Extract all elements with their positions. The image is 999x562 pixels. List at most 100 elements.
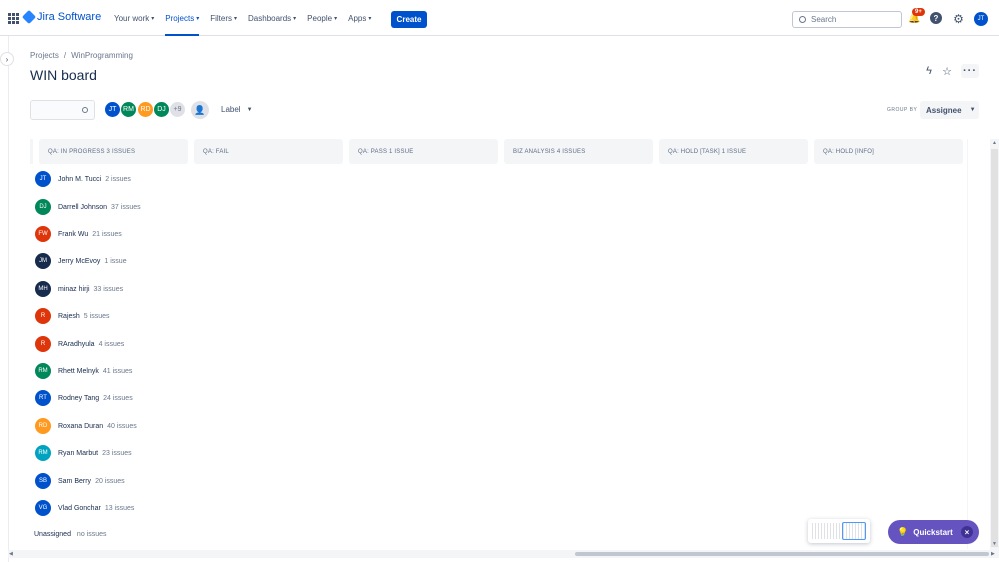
scroll-down-arrow-icon[interactable]: ▼ [992,541,997,547]
horizontal-scrollbar[interactable]: ◀ ▶ [8,550,999,558]
breadcrumb-projects[interactable]: Projects [30,51,59,60]
global-search-input[interactable]: Search [792,11,902,28]
assignee-avatar: RT [35,390,51,406]
vertical-scrollbar-thumb[interactable] [991,149,998,547]
nav-apps[interactable]: Apps ▾ [348,0,371,36]
page-title: WIN board [30,67,97,83]
assignee-name: Rhett Melnyk [58,367,99,375]
issue-count: 33 issues [93,285,124,293]
swimlane-row[interactable]: FW Frank Wu 21 issues [35,225,122,243]
column-qa-in-progress[interactable]: QA: IN PROGRESS 3 ISSUES [39,139,188,164]
chevron-down-icon: ▼ [246,106,253,113]
minimap-viewport[interactable] [842,522,866,540]
assignee-avatar: DJ [35,199,51,215]
lightbulb-icon: 💡 [897,526,909,537]
nav-dashboards[interactable]: Dashboards ▾ [248,0,296,36]
quickstart-button[interactable]: 💡 Quickstart × [888,520,979,544]
swimlane-row[interactable]: RM Ryan Marbut 23 issues [35,444,132,462]
assignee-avatar: SB [35,473,51,489]
lightning-icon[interactable]: ϟ [922,64,936,78]
board-search-input[interactable] [30,100,95,120]
create-button[interactable]: Create [391,11,427,28]
nav-people[interactable]: People ▾ [307,0,337,36]
app-switcher-icon[interactable] [8,13,19,24]
jira-logo[interactable]: Jira Software [21,9,102,25]
swimlane-row[interactable]: RT Rodney Tang 24 issues [35,389,133,407]
nav-projects-label: Projects [165,13,195,23]
user-avatar[interactable]: JT [974,12,988,26]
assignee-name: RAradhyula [58,340,95,348]
nav-filters[interactable]: Filters ▾ [210,0,237,36]
horizontal-scrollbar-thumb[interactable] [575,552,989,556]
assignee-name: Rajesh [58,312,80,320]
swimlane-row[interactable]: VG Vlad Gonchar 13 issues [35,499,134,517]
issue-count: 21 issues [92,230,122,238]
add-people-icon[interactable]: 👤 [191,101,209,119]
assignee-name: Rodney Tang [58,394,100,402]
issue-count: 24 issues [103,394,133,402]
filter-avatar-rd[interactable]: RD [137,101,154,118]
assignee-avatar: RM [35,363,51,379]
filter-more-avatars[interactable]: +9 [169,101,186,118]
top-navigation: Jira Software Your work ▾ Projects ▾ Filte… [0,0,999,36]
more-actions-button[interactable]: ··· [961,64,979,78]
column-qa-hold-info[interactable]: QA: HOLD [INFO] [814,139,963,164]
assignee-name: Jerry McEvoy [58,257,101,265]
primary-nav: Your work ▾ Projects ▾ Filters ▾ Dashboards… [114,0,382,36]
quickstart-label: Quickstart [913,527,953,537]
filter-avatar-rm[interactable]: RM [120,101,137,118]
label-filter-dropdown[interactable]: Label ▼ [221,105,253,114]
nav-dashboards-label: Dashboards [248,13,292,23]
nav-projects[interactable]: Projects ▾ [165,0,199,36]
column-qa-hold-task[interactable]: QA: HOLD [TASK] 1 ISSUE [659,139,808,164]
column-biz-analysis[interactable]: BIZ ANALYSIS 4 ISSUES [504,139,653,164]
expand-sidebar-button[interactable]: › [0,52,14,66]
swimlane-row[interactable]: JM Jerry McEvoy 1 issue [35,252,127,270]
assignee-avatar: R [35,336,51,352]
swimlane-row[interactable]: MH minaz hirji 33 issues [35,280,123,298]
search-placeholder: Search [811,15,837,24]
minimap-columns [812,523,842,539]
star-icon[interactable]: ☆ [940,64,954,78]
board-minimap[interactable] [808,519,870,543]
notification-count-badge: 9+ [912,8,925,16]
swimlane-row[interactable]: DJ Darrell Johnson 37 issues [35,198,141,216]
app-name: Jira Software [37,11,102,23]
vertical-scrollbar[interactable]: ▲ ▼ [990,139,999,550]
settings-gear-icon[interactable]: ⚙ [952,12,965,26]
scroll-right-arrow-icon[interactable]: ▶ [991,551,995,557]
chevron-down-icon: ▾ [293,15,297,22]
swimlane-row[interactable]: RD Roxana Duran 40 issues [35,417,137,435]
chevron-down-icon: ▼ [969,107,976,113]
assignee-avatar: MH [35,281,51,297]
breadcrumb-project[interactable]: WinProgramming [71,51,133,60]
swimlane-row[interactable]: SB Sam Berry 20 issues [35,472,125,490]
swimlane-unassigned[interactable]: Unassigned no issues [34,531,107,538]
filter-avatar-dj[interactable]: DJ [153,101,170,118]
assignee-avatar: R [35,308,51,324]
column-qa-pass[interactable]: QA: PASS 1 ISSUE [349,139,498,164]
scroll-up-arrow-icon[interactable]: ▲ [992,140,997,146]
nav-your-work[interactable]: Your work ▾ [114,0,154,36]
scroll-left-arrow-icon[interactable]: ◀ [9,551,13,557]
swimlane-row[interactable]: R RAradhyula 4 issues [35,335,124,353]
breadcrumb-separator: / [63,51,67,60]
column-qa-fail[interactable]: QA: FAIL [194,139,343,164]
column-strip [30,139,33,164]
issue-count: 4 issues [98,340,125,348]
group-by-select[interactable]: Assignee ▼ [920,101,979,119]
chevron-down-icon: ▾ [151,15,155,22]
chevron-down-icon: ▾ [368,15,372,22]
assignee-avatar: RM [35,445,51,461]
issue-count: 41 issues [102,367,133,375]
swimlane-row[interactable]: R Rajesh 5 issues [35,307,109,325]
filter-avatar-jt[interactable]: JT [104,101,121,118]
help-icon[interactable]: ? [930,12,942,24]
close-icon[interactable]: × [961,526,973,538]
swimlane-row[interactable]: RM Rhett Melnyk 41 issues [35,362,132,380]
breadcrumb: Projects / WinProgramming [30,51,133,60]
swimlane-row[interactable]: JT John M. Tucci 2 issues [35,170,131,188]
assignee-name: John M. Tucci [58,175,102,183]
unassigned-label: Unassigned [34,531,71,538]
chevron-down-icon: ▾ [334,15,338,22]
